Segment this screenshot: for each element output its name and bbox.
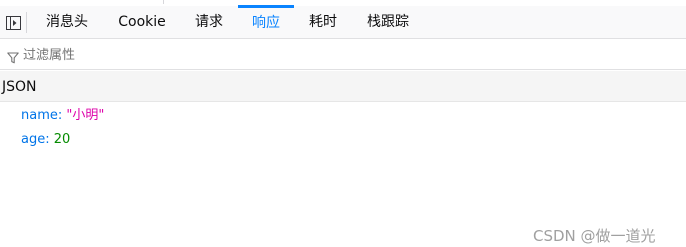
section-title: JSON xyxy=(2,79,37,95)
json-colon: : xyxy=(45,132,54,147)
json-key: age xyxy=(21,132,46,147)
json-value-string: "小明" xyxy=(66,108,105,123)
details-tab-bar: 消息头 Cookie 请求 响应 耗时 栈跟踪 xyxy=(0,5,686,39)
funnel-icon xyxy=(7,49,19,64)
tab-timings[interactable]: 耗时 xyxy=(300,6,346,38)
json-section-header[interactable]: JSON xyxy=(0,71,686,102)
tab-stack-trace[interactable]: 栈跟踪 xyxy=(358,6,418,38)
divider-nub xyxy=(163,0,164,4)
json-row-name[interactable]: name: "小明" xyxy=(21,108,104,124)
filter-bar xyxy=(0,40,686,70)
tab-request[interactable]: 请求 xyxy=(186,6,232,38)
json-row-age[interactable]: age: 20 xyxy=(21,132,70,148)
watermark: CSDN @做一道光 xyxy=(533,227,656,245)
tab-divider xyxy=(26,12,27,33)
sidebar-toggle-icon[interactable] xyxy=(6,15,21,30)
tab-headers[interactable]: 消息头 xyxy=(37,6,97,38)
json-key: name xyxy=(21,108,58,123)
tab-cookies[interactable]: Cookie xyxy=(111,6,173,38)
filter-properties-input[interactable] xyxy=(23,44,663,66)
json-value-number: 20 xyxy=(53,132,71,147)
network-response-panel: 消息头 Cookie 请求 响应 耗时 栈跟踪 JSON name: "小明" … xyxy=(0,0,686,247)
tab-response[interactable]: 响应 xyxy=(238,5,294,37)
